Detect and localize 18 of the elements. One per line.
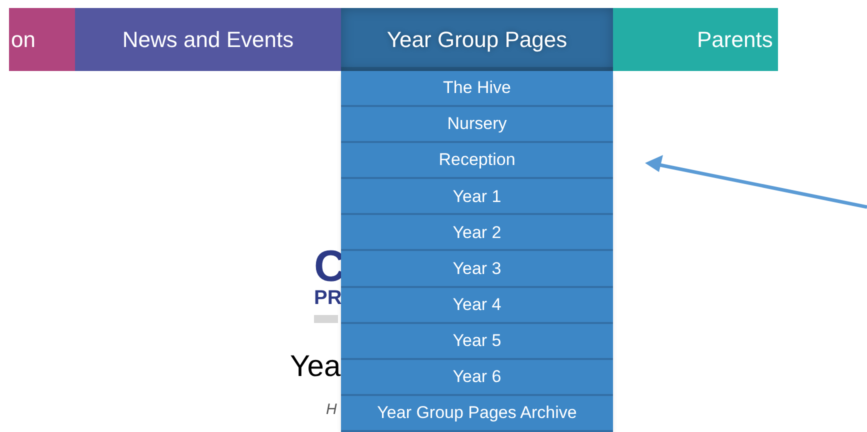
nav-tab[interactable]: News and Events (75, 8, 341, 71)
menu-item[interactable]: Year 6 (341, 360, 613, 396)
nav-tab[interactable]: Year Group Pages (341, 8, 613, 71)
menu-item[interactable]: The Hive (341, 71, 613, 108)
page-subtitle: H (326, 400, 337, 420)
menu-item[interactable]: Nursery (341, 107, 613, 144)
logo-text: PR (314, 287, 342, 309)
logo-bar (314, 315, 338, 323)
nav-tab[interactable]: on (9, 8, 75, 71)
menu-item[interactable]: Year 3 (341, 251, 613, 288)
menu-item[interactable]: Year 5 (341, 324, 613, 360)
menu-item[interactable]: Year 4 (341, 288, 613, 324)
menu-item[interactable]: Year 1 (341, 179, 613, 216)
page-heading: Yea (290, 349, 341, 385)
nav-tab[interactable]: Parents (613, 8, 778, 71)
menu-item[interactable]: Reception (341, 143, 613, 180)
menu-item[interactable]: Year 2 (341, 215, 613, 252)
menu-item[interactable]: Year Group Pages Archive (341, 396, 613, 432)
